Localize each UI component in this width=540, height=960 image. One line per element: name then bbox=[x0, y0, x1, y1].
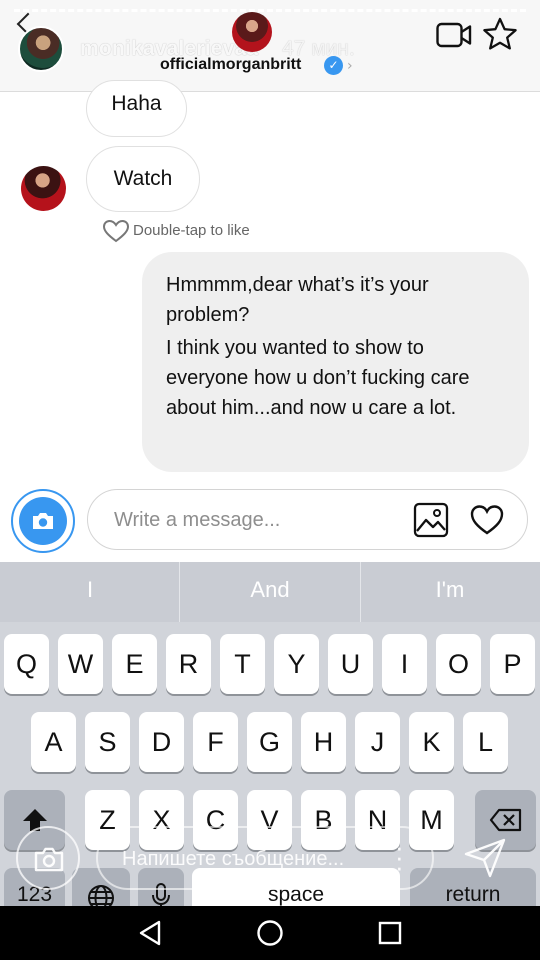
heart-icon[interactable] bbox=[102, 219, 130, 243]
key-u[interactable]: U bbox=[328, 634, 373, 694]
incoming-message[interactable]: Watch bbox=[86, 146, 200, 212]
key-f[interactable]: F bbox=[193, 712, 238, 772]
message-input[interactable] bbox=[114, 504, 404, 536]
star-icon[interactable] bbox=[482, 17, 518, 51]
outgoing-message[interactable]: Hmmmm,dear what’s it’s your problem? I t… bbox=[142, 252, 529, 472]
camera-button[interactable] bbox=[11, 489, 75, 553]
key-o[interactable]: O bbox=[436, 634, 481, 694]
key-d[interactable]: D bbox=[139, 712, 184, 772]
overlay-message-field[interactable]: Напишете съобщение... · · · bbox=[96, 826, 434, 890]
image-gallery-icon[interactable] bbox=[413, 502, 449, 538]
chevron-right-icon[interactable]: › bbox=[347, 58, 353, 74]
key-p[interactable]: P bbox=[490, 634, 535, 694]
key-q[interactable]: Q bbox=[4, 634, 49, 694]
double-tap-hint: Double-tap to like bbox=[133, 222, 250, 239]
back-triangle-icon[interactable] bbox=[137, 919, 163, 947]
key-h[interactable]: H bbox=[301, 712, 346, 772]
sender-avatar[interactable] bbox=[21, 166, 66, 211]
backspace-icon bbox=[489, 808, 521, 832]
key-s[interactable]: S bbox=[85, 712, 130, 772]
key-r[interactable]: R bbox=[166, 634, 211, 694]
message-paragraph: I think you wanted to show to everyone h… bbox=[166, 337, 470, 419]
story-progress-bar bbox=[14, 9, 526, 12]
heart-icon[interactable] bbox=[469, 504, 505, 536]
key-e[interactable]: E bbox=[112, 634, 157, 694]
send-arrow-icon[interactable] bbox=[464, 838, 506, 878]
key-a[interactable]: A bbox=[31, 712, 76, 772]
system-navigation-bar bbox=[0, 906, 540, 960]
key-l[interactable]: L bbox=[463, 712, 508, 772]
suggestion-bar: I And I'm bbox=[0, 562, 540, 622]
verified-badge-icon: ✓ bbox=[324, 56, 343, 75]
camera-icon bbox=[19, 497, 67, 545]
key-t[interactable]: T bbox=[220, 634, 265, 694]
suggestion-item[interactable]: And bbox=[180, 562, 360, 622]
suggestion-item[interactable]: I bbox=[0, 562, 180, 622]
key-k[interactable]: K bbox=[409, 712, 454, 772]
video-camera-icon[interactable] bbox=[436, 22, 472, 48]
thread-avatar[interactable] bbox=[232, 12, 272, 52]
recent-apps-icon[interactable] bbox=[378, 921, 402, 945]
incoming-message[interactable]: Haha bbox=[86, 80, 187, 137]
message-paragraph: Hmmmm,dear what’s it’s your problem? bbox=[166, 274, 429, 326]
home-circle-icon[interactable] bbox=[256, 919, 284, 947]
overlay-camera-button[interactable] bbox=[16, 826, 80, 890]
story-avatar[interactable] bbox=[18, 26, 64, 72]
key-g[interactable]: G bbox=[247, 712, 292, 772]
overlay-placeholder: Напишете съобщение... bbox=[122, 848, 345, 870]
key-j[interactable]: J bbox=[355, 712, 400, 772]
message-composer bbox=[87, 489, 528, 550]
key-y[interactable]: Y bbox=[274, 634, 319, 694]
thread-username[interactable]: officialmorganbritt bbox=[160, 56, 301, 74]
key-i[interactable]: I bbox=[382, 634, 427, 694]
key-w[interactable]: W bbox=[58, 634, 103, 694]
camera-icon bbox=[34, 847, 64, 872]
thread-header: monikavalerievaa 47 мин. officialmorganb… bbox=[0, 0, 540, 92]
more-options-icon[interactable]: · · · bbox=[395, 834, 404, 880]
suggestion-item[interactable]: I'm bbox=[360, 562, 540, 622]
